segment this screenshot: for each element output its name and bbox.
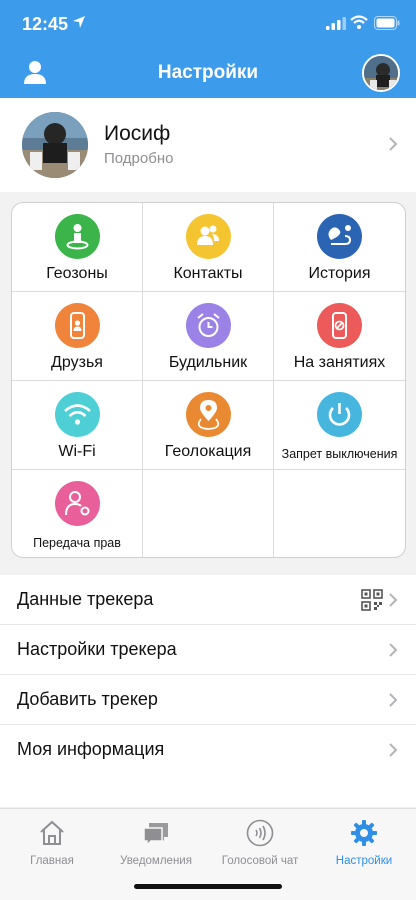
wifi-icon [55,392,100,437]
features-grid: Геозоны Контакты История Друзья Будильни… [11,202,406,558]
grid-item-shutdown-lock[interactable]: Запрет выключения [274,381,405,470]
list-item-my-info[interactable]: Моя информация [0,725,416,775]
grid-item-class-mode[interactable]: На занятиях [274,292,405,381]
geofence-icon [55,214,100,259]
grid-item-label: Запрет выключения [281,447,398,461]
list-item-label: Настройки трекера [17,639,177,659]
top-bar: 12:45 Настройки [0,0,416,98]
chevron-right-icon [389,643,398,657]
voice-chat-icon [246,819,274,847]
tab-notifications[interactable]: Уведомления [104,817,208,871]
chevron-right-icon [389,693,398,707]
grid-item-label: Wi-Fi [58,443,96,460]
tab-voice-chat[interactable]: Голосовой чат [208,817,312,871]
list-item-add-tracker[interactable]: Добавить трекер [0,675,416,725]
notifications-chat-icon [143,823,168,847]
tab-label: Настройки [335,855,393,867]
grid-item-wifi[interactable]: Wi-Fi [12,381,143,470]
tab-label: Уведомления [120,855,192,867]
wifi-status-icon [350,15,368,29]
tab-label: Главная [30,855,74,867]
battery-icon [374,16,400,30]
grid-item-history[interactable]: История [274,203,405,292]
profile-photo-icon [22,112,88,178]
chevron-right-icon [389,593,398,607]
status-time: 12:45 [22,14,69,34]
class-mode-icon [317,303,362,348]
grid-item-label: На занятиях [293,354,386,371]
grid-item-label: История [308,265,371,282]
grid-item-label: Геолокация [164,443,252,460]
grid-item-geolocation[interactable]: Геолокация [143,381,274,470]
home-indicator [134,884,282,889]
home-icon [40,820,64,845]
tab-home[interactable]: Главная [0,817,104,871]
profile-details-link: Подробно [104,150,174,167]
geolocation-icon [186,392,231,437]
grid-item-alarm[interactable]: Будильник [143,292,274,381]
cellular-signal-icon [326,17,346,30]
profile-row[interactable]: Иосиф Подробно [0,98,416,192]
grid-item-contacts[interactable]: Контакты [143,203,274,292]
tab-settings[interactable]: Настройки [312,817,416,871]
list-item-label: Данные трекера [17,589,154,609]
power-lock-icon [317,392,362,437]
settings-list: Данные трекера Настройки трекера Добавит… [0,575,416,807]
alarm-clock-icon [186,303,231,348]
chevron-right-icon [389,137,398,151]
chevron-right-icon [389,743,398,757]
profile-avatar [22,112,88,178]
transfer-rights-icon [55,481,100,526]
grid-item-label: Контакты [173,265,243,282]
location-arrow-icon [73,16,85,28]
list-item-label: Моя информация [17,739,165,759]
tab-label: Голосовой чат [221,855,299,867]
grid-item-label: Геозоны [46,265,108,282]
list-item-tracker-settings[interactable]: Настройки трекера [0,625,416,675]
contacts-icon [186,214,231,259]
grid-item-transfer-rights[interactable]: Передача прав [12,470,143,557]
list-item-label: Добавить трекер [17,689,158,709]
grid-empty-cell [274,470,405,557]
list-item-tracker-data[interactable]: Данные трекера [0,575,416,625]
grid-item-label: Друзья [51,354,103,371]
grid-item-label: Будильник [168,354,248,371]
grid-item-geofences[interactable]: Геозоны [12,203,143,292]
avatar-photo-icon [364,56,398,90]
history-route-icon [317,214,362,259]
profile-name: Иосиф [104,122,171,145]
header-avatar[interactable] [362,54,400,92]
grid-item-friends[interactable]: Друзья [12,292,143,381]
status-bar: 12:45 [0,0,416,48]
page-title: Настройки [157,62,259,83]
grid-item-label: Передача прав [33,536,121,550]
grid-empty-cell [143,470,274,557]
gear-icon [351,820,377,846]
friends-watch-icon [55,303,100,348]
qr-code-icon[interactable] [361,589,383,611]
